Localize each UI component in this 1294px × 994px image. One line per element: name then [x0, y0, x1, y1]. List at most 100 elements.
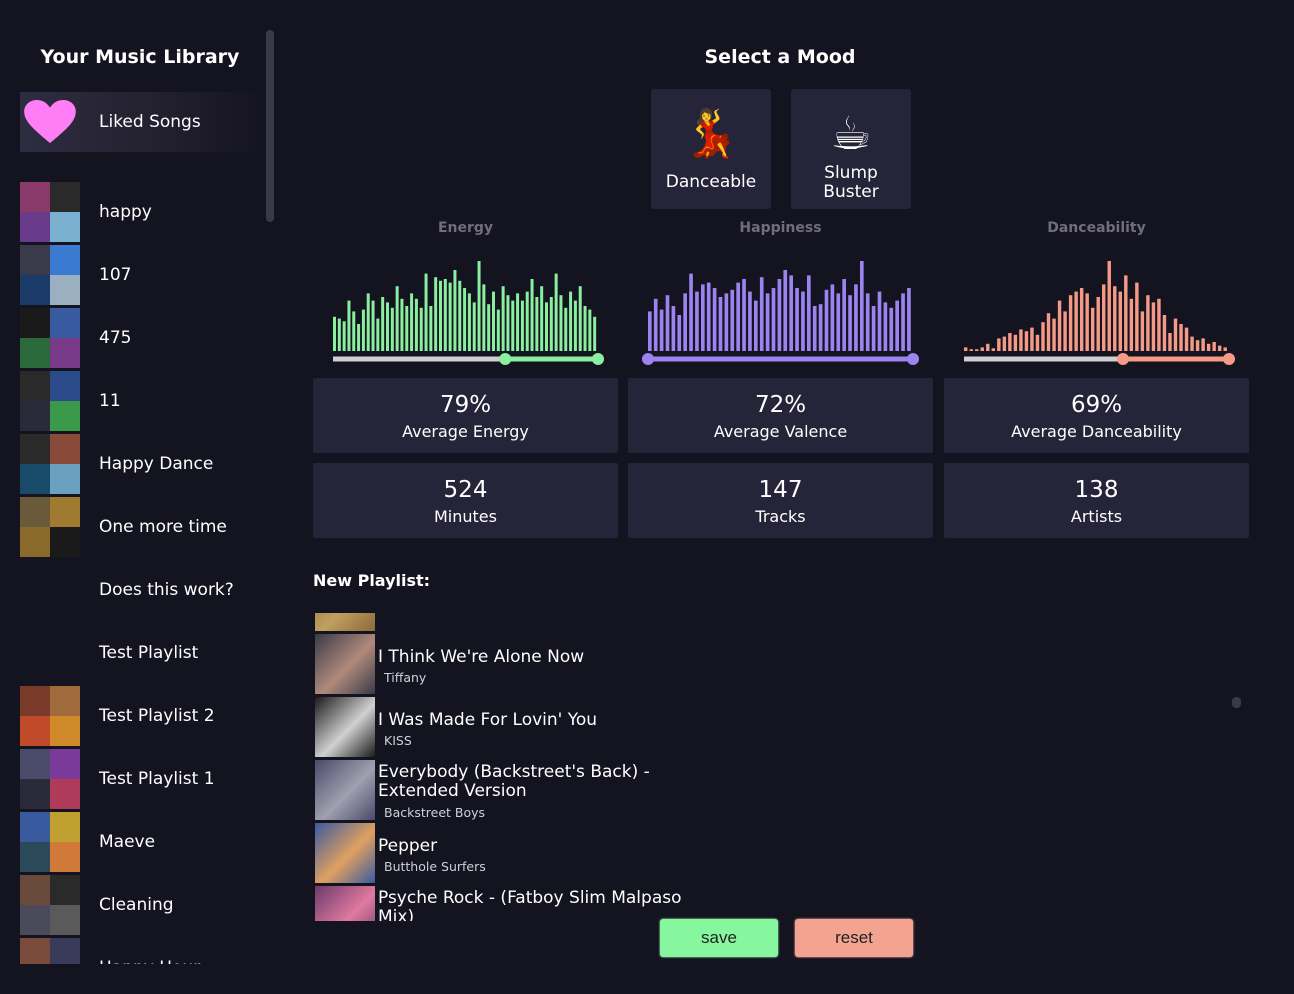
histogram-bar: [671, 306, 676, 351]
sidebar-item-label: Happy Dance: [99, 454, 214, 474]
sidebar-item-playlist[interactable]: 475: [20, 308, 265, 368]
histogram-bar: [860, 261, 864, 351]
histogram-bar: [765, 293, 770, 351]
track-name: Pepper: [378, 836, 438, 856]
histogram-bar: [975, 349, 979, 351]
playlist-cover: [20, 686, 80, 746]
histogram-bar: [371, 300, 375, 351]
histogram-bar: [969, 349, 973, 351]
histogram-bar: [333, 316, 336, 351]
histogram-bar: [405, 306, 409, 351]
mood-button-danceable[interactable]: 💃 Danceable: [651, 89, 771, 209]
sidebar-item-label: Test Playlist: [99, 643, 199, 663]
histogram-bar: [487, 304, 491, 351]
sidebar-item-liked-songs[interactable]: Liked Songs: [20, 92, 265, 152]
stat-value: 524: [443, 477, 488, 503]
range-slider-min-handle[interactable]: [499, 353, 512, 365]
histogram-bar: [1030, 327, 1034, 351]
mood-button-slump-buster[interactable]: ☕ Slump Buster: [791, 89, 911, 209]
track-row[interactable]: I Was Made For Lovin' You KISS: [315, 697, 735, 757]
sidebar-item-playlist[interactable]: 107: [20, 245, 265, 305]
stat-card: 138 Artists: [944, 463, 1249, 538]
sidebar-item-label: happy: [99, 202, 152, 222]
histogram-bar: [1190, 336, 1194, 351]
album-art: [315, 760, 375, 820]
histogram-bar: [1162, 315, 1167, 351]
sidebar-item-playlist[interactable]: Cleaning: [20, 875, 265, 935]
sidebar-item-playlist[interactable]: Test Playlist 2: [20, 686, 265, 746]
sidebar-item-playlist[interactable]: happy: [20, 182, 265, 242]
range-slider-max-handle[interactable]: [1223, 353, 1235, 365]
sidebar: Your Music Library Liked Songs happy 107 4…: [0, 0, 280, 994]
histogram-bar: [583, 306, 587, 351]
stat-value: 138: [1074, 477, 1119, 503]
histogram-bar: [1013, 334, 1018, 351]
histogram-bar: [1102, 284, 1106, 351]
track-row[interactable]: [315, 613, 735, 631]
dancer-icon: 💃: [682, 106, 740, 160]
library-title: Your Music Library: [40, 46, 240, 68]
sidebar-scrollbar[interactable]: [266, 30, 274, 222]
histogram-bar: [545, 302, 548, 351]
sidebar-item-playlist[interactable]: 11: [20, 371, 265, 431]
sidebar-item-label: 107: [99, 265, 132, 285]
range-slider-selection: [505, 356, 598, 362]
sidebar-item-label: Liked Songs: [99, 112, 201, 132]
histogram-bar: [429, 306, 433, 351]
tracks-scrollbar[interactable]: [1232, 697, 1241, 708]
playlist-cover: [20, 182, 80, 242]
new-playlist-title: New Playlist:: [313, 571, 431, 590]
histogram-bar: [759, 277, 764, 351]
playlist-cover: [20, 371, 80, 431]
histogram-bar: [443, 279, 447, 351]
stat-label: Minutes: [434, 507, 497, 526]
playlist-cover: [20, 938, 80, 964]
histogram-bar: [1107, 261, 1111, 351]
histogram-bar: [540, 286, 544, 351]
histogram-bar: [337, 318, 341, 351]
histogram-bar: [1206, 343, 1211, 351]
sidebar-item-label: 11: [99, 391, 121, 411]
sidebar-item-playlist[interactable]: Happy Dance: [20, 434, 265, 494]
histogram-bar: [347, 300, 351, 351]
sidebar-item-playlist[interactable]: Does this work?: [20, 560, 265, 620]
histogram-bar: [748, 291, 752, 351]
album-art: [315, 613, 375, 631]
track-row[interactable]: Pepper Butthole Surfers: [315, 823, 735, 883]
sidebar-item-playlist[interactable]: Happy Hour: [20, 938, 265, 964]
track-row[interactable]: I Think We're Alone Now Tiffany: [315, 634, 735, 694]
album-art: [315, 634, 375, 694]
sidebar-item-label: Does this work?: [99, 580, 234, 600]
histogram-bar: [1008, 333, 1012, 351]
sidebar-item-playlist[interactable]: One more time: [20, 497, 265, 557]
sidebar-item-playlist[interactable]: Test Playlist 1: [20, 749, 265, 809]
range-slider-min-handle[interactable]: [642, 353, 654, 365]
save-button[interactable]: save: [660, 919, 778, 957]
histogram-bar: [783, 270, 788, 351]
histogram-bar: [1113, 286, 1117, 351]
reset-button[interactable]: reset: [795, 919, 913, 957]
range-slider-selection: [1123, 356, 1229, 362]
sidebar-item-playlist[interactable]: Maeve: [20, 812, 265, 872]
stat-label: Average Danceability: [1011, 422, 1182, 441]
histogram-bar: [410, 293, 414, 351]
histogram-bar: [648, 311, 652, 351]
track-row[interactable]: Everybody (Backstreet's Back) - Extended…: [315, 760, 735, 820]
histogram-bar: [1223, 347, 1227, 351]
track-artist: Butthole Surfers: [384, 859, 486, 874]
range-slider-min-handle[interactable]: [1117, 353, 1129, 365]
histogram-bar: [506, 295, 510, 351]
sidebar-item-playlist[interactable]: Test Playlist: [20, 623, 265, 683]
range-slider-max-handle[interactable]: [592, 353, 604, 365]
range-slider-max-handle[interactable]: [907, 353, 919, 365]
histogram-bar: [390, 307, 394, 351]
histogram-bar: [593, 316, 597, 351]
histogram-bar: [1090, 307, 1095, 351]
track-artist: KISS: [384, 733, 412, 748]
histogram-bar: [883, 302, 888, 351]
histogram-bar: [689, 273, 693, 351]
track-name: Everybody (Backstreet's Back) - Extended…: [378, 762, 650, 801]
track-row[interactable]: Psyche Rock - (Fatboy Slim Malpaso Mix): [315, 886, 735, 921]
histogram-bar: [907, 288, 911, 351]
stat-card: 79% Average Energy: [313, 378, 618, 453]
